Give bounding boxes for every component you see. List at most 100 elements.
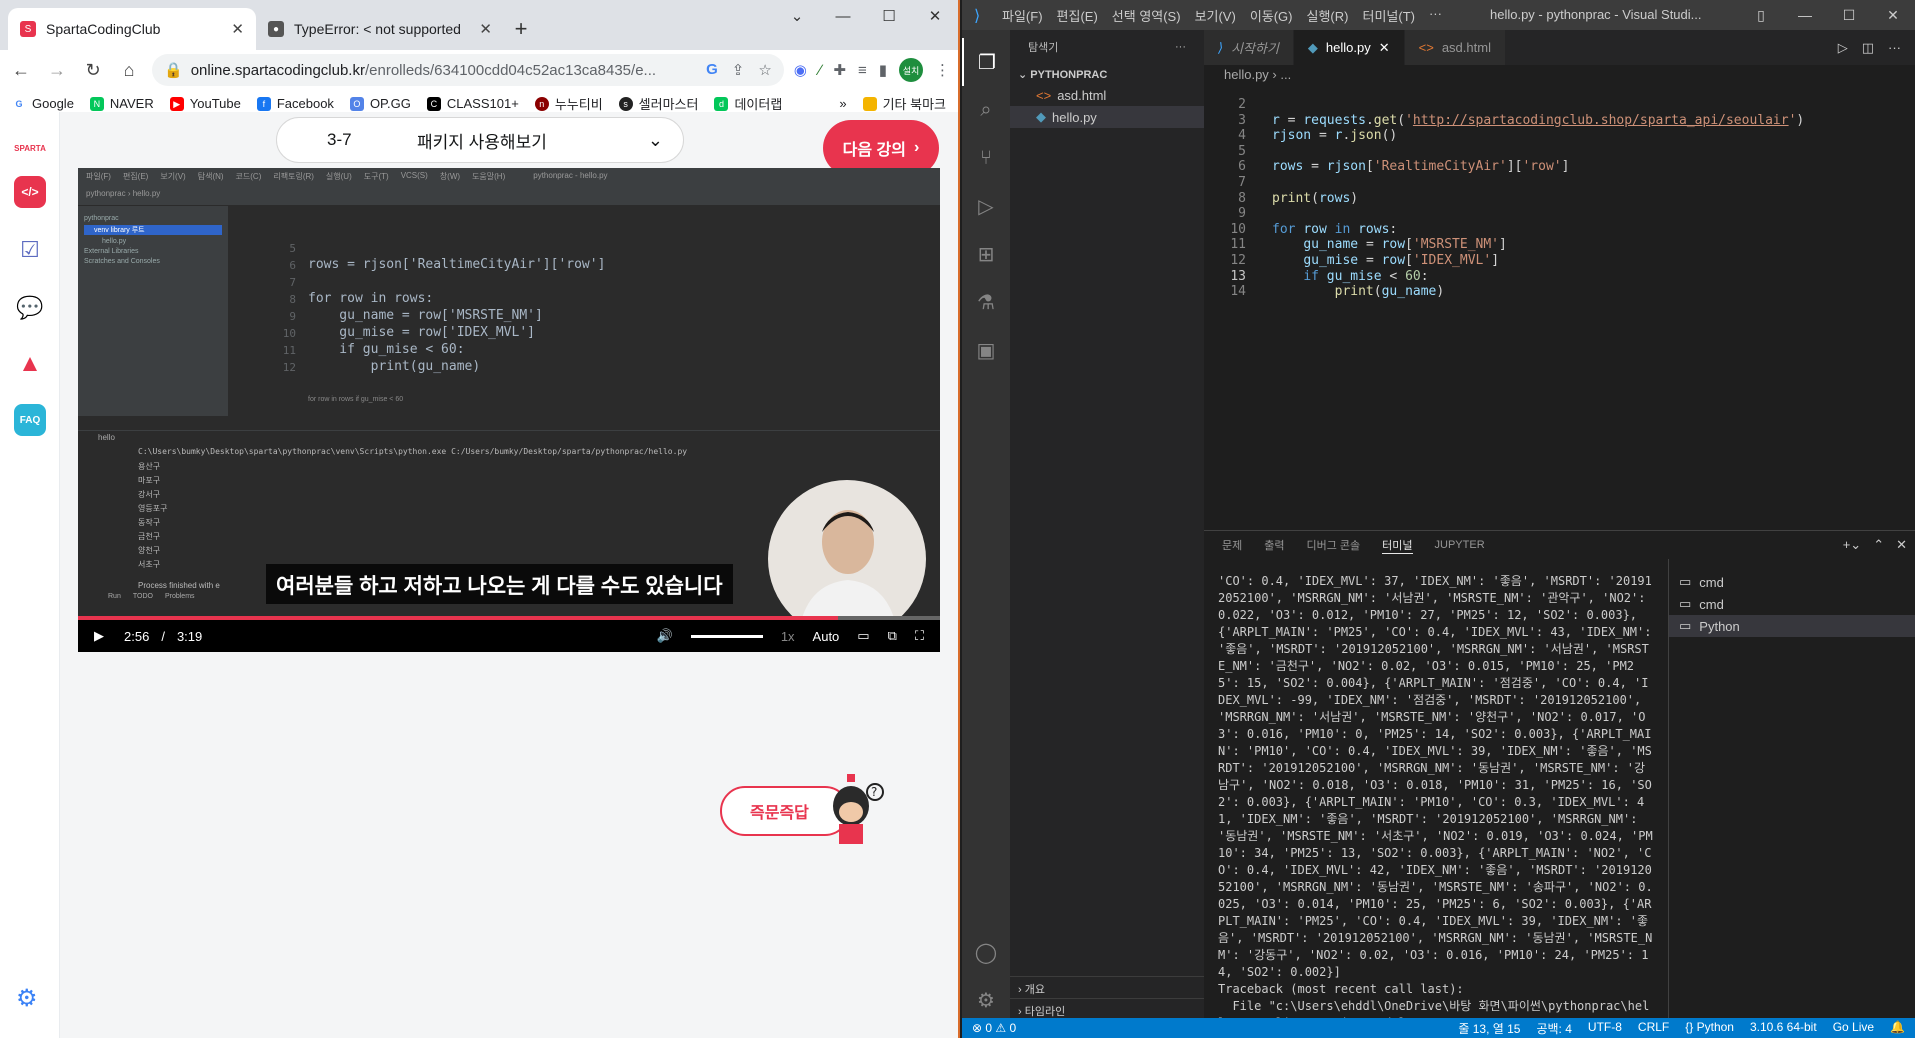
bookmark-star-icon[interactable]: ☆ <box>758 61 771 79</box>
tab-spartacodingclub[interactable]: S SpartaCodingClub ✕ <box>8 8 256 50</box>
notifications-bell-icon[interactable]: 🔔 <box>1890 1020 1905 1037</box>
extension-icon[interactable]: ◉ <box>794 61 807 79</box>
minimize-icon[interactable]: — <box>820 0 866 32</box>
share-icon[interactable]: ⇪ <box>732 61 745 79</box>
run-file-icon[interactable]: ▷ <box>1838 40 1848 56</box>
tab-hello-py[interactable]: ◆ hello.py ✕ <box>1293 30 1405 65</box>
search-icon[interactable]: ⌕ <box>962 86 1010 134</box>
problems-status[interactable]: ⊗ 0 ⚠ 0 <box>972 1021 1016 1035</box>
bookmark-nunutv[interactable]: n 누누티비 <box>534 94 603 113</box>
captions-icon[interactable]: ▭ <box>857 628 869 644</box>
bookmark-sellermaster[interactable]: s 셀러마스터 <box>618 94 698 113</box>
bookmark-naver[interactable]: N NAVER <box>89 96 154 111</box>
menu-run[interactable]: 실행(R) <box>1307 6 1349 25</box>
bookmark-datalab[interactable]: d 데이터랩 <box>714 94 782 113</box>
menu-kebab-icon[interactable]: ⋮ <box>935 61 950 79</box>
layout-icon[interactable]: ▯ <box>1739 0 1783 30</box>
line-ending[interactable]: CRLF <box>1638 1020 1669 1037</box>
panel-tab-problems[interactable]: 문제 <box>1222 537 1242 553</box>
bookmark-youtube[interactable]: ▶ YouTube <box>169 96 241 111</box>
language-mode[interactable]: {} Python <box>1685 1020 1734 1037</box>
menu-terminal[interactable]: 터미널(T) <box>1362 6 1414 25</box>
bookmark-class101[interactable]: C CLASS101+ <box>426 96 519 111</box>
more-actions-icon[interactable]: ··· <box>1888 40 1901 55</box>
minimize-icon[interactable]: — <box>1783 0 1827 30</box>
close-tab-icon[interactable]: ✕ <box>479 20 492 38</box>
settings-gear-icon[interactable]: ⚙ <box>16 984 38 1013</box>
tab-typeerror[interactable]: ● TypeError: < not supported bet ✕ <box>256 8 504 50</box>
split-editor-icon[interactable]: ◫ <box>1862 40 1874 56</box>
checklist-icon[interactable]: ☑ <box>14 234 46 266</box>
new-terminal-icon[interactable]: +⌄ <box>1843 537 1861 553</box>
code-line[interactable]: 14 print(gu_name) <box>1204 282 1915 301</box>
terminal-item-python[interactable]: ▭ Python <box>1669 615 1915 637</box>
reading-list-icon[interactable]: ≡ <box>858 62 867 79</box>
puzzle-icon[interactable]: ✚ <box>833 61 846 79</box>
tab-asd-html[interactable]: <> asd.html <box>1404 30 1506 65</box>
back-icon[interactable]: ← <box>8 60 34 81</box>
side-panel-icon[interactable]: ▮ <box>879 61 887 79</box>
menu-selection[interactable]: 선택 영역(S) <box>1112 6 1181 25</box>
bookmark-facebook[interactable]: f Facebook <box>256 96 334 111</box>
home-icon[interactable]: ⌂ <box>116 60 142 81</box>
tab-get-started[interactable]: ⟩ 시작하기 <box>1204 30 1294 65</box>
maximize-icon[interactable]: ☐ <box>866 0 912 32</box>
playback-speed[interactable]: 1x <box>781 629 795 644</box>
bookmark-opgg[interactable]: O OP.GG <box>349 96 411 111</box>
tab-search-icon[interactable]: ⌄ <box>774 0 820 32</box>
video-player[interactable]: 파일(F) 편집(E) 보기(V) 탐색(N) 코드(C) 리팩토링(R) 실행… <box>78 168 940 652</box>
bookmarks-overflow-button[interactable]: » <box>839 96 846 111</box>
breadcrumb-file[interactable]: hello.py <box>1224 67 1269 82</box>
menu-view[interactable]: 보기(V) <box>1195 6 1236 25</box>
terminal-output[interactable]: 'CO': 0.4, 'IDEX_MVL': 37, 'IDEX_NM': '좋… <box>1204 573 1668 1019</box>
lesson-selector[interactable]: 3-7 패키지 사용해보기 ⌄ <box>276 117 684 163</box>
source-control-icon[interactable]: ⑂ <box>962 134 1010 182</box>
extension-icon[interactable]: ∕ <box>819 62 822 79</box>
cursor-position[interactable]: 줄 13, 열 15 <box>1458 1020 1520 1037</box>
address-bar[interactable]: 🔒 online.spartacodingclub.kr/enrolleds/6… <box>152 54 784 86</box>
panel-tab-output[interactable]: 출력 <box>1264 537 1284 553</box>
encoding[interactable]: UTF-8 <box>1588 1020 1622 1037</box>
close-tab-icon[interactable]: ✕ <box>231 20 244 38</box>
menu-more[interactable]: ··· <box>1429 6 1442 25</box>
run-debug-icon[interactable]: ▷ <box>962 182 1010 230</box>
indentation[interactable]: 공백: 4 <box>1536 1020 1571 1037</box>
menu-go[interactable]: 이동(G) <box>1250 6 1293 25</box>
explorer-icon[interactable]: ❐ <box>962 38 1010 86</box>
python-interpreter[interactable]: 3.10.6 64-bit <box>1750 1020 1817 1037</box>
mascot-character-icon[interactable]: ? <box>825 770 885 850</box>
maximize-icon[interactable]: ☐ <box>1827 0 1871 30</box>
code-area[interactable]: 23r = requests.get('http://spartacodingc… <box>1204 89 1915 530</box>
breadcrumb-symbol[interactable]: ... <box>1280 67 1291 82</box>
file-asd-html[interactable]: <> asd.html <box>1010 85 1204 106</box>
workspace-folder[interactable]: ⌄ PYTHONPRAC <box>1010 64 1204 85</box>
other-bookmarks[interactable]: 기타 북마크 <box>862 94 946 113</box>
google-lens-icon[interactable]: G <box>706 61 718 79</box>
avatar[interactable]: 설치 <box>899 58 923 82</box>
panel-tab-jupyter[interactable]: JUPYTER <box>1435 539 1485 551</box>
close-icon[interactable]: ✕ <box>1379 40 1390 56</box>
remote-explorer-icon[interactable]: ▣ <box>962 326 1010 374</box>
volume-icon[interactable]: 🔊 <box>657 628 673 644</box>
forward-icon[interactable]: → <box>44 60 70 81</box>
menu-file[interactable]: 파일(F) <box>1002 6 1043 25</box>
chat-icon[interactable]: 💬 <box>14 292 46 324</box>
faq-icon[interactable]: FAQ <box>14 404 46 436</box>
close-panel-icon[interactable]: ✕ <box>1896 537 1907 553</box>
panel-tab-debug-console[interactable]: 디버그 콘솔 <box>1307 537 1361 553</box>
menu-edit[interactable]: 편집(E) <box>1057 6 1098 25</box>
terminal-item-cmd[interactable]: ▭ cmd <box>1669 593 1915 615</box>
file-hello-py[interactable]: ◆ hello.py <box>1010 106 1204 128</box>
close-window-icon[interactable]: ✕ <box>1871 0 1915 30</box>
panel-tab-terminal[interactable]: 터미널 <box>1382 537 1413 554</box>
account-icon[interactable]: ◯ <box>962 928 1010 976</box>
fullscreen-icon[interactable]: ⛶ <box>915 628 924 644</box>
reload-icon[interactable]: ↻ <box>80 60 106 81</box>
volume-slider[interactable] <box>690 634 763 638</box>
go-live-button[interactable]: Go Live <box>1833 1020 1874 1037</box>
new-tab-button[interactable]: + <box>504 8 538 50</box>
sparta-logo[interactable]: SPARTA <box>14 132 46 164</box>
play-icon[interactable]: ▶ <box>94 628 104 644</box>
terminal-item-cmd[interactable]: ▭ cmd <box>1669 571 1915 593</box>
warning-icon[interactable]: ▲ <box>14 348 46 380</box>
